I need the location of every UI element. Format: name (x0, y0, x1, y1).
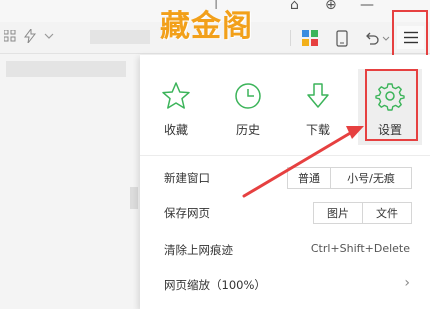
zoom-label: 网页缩放（100%） (164, 278, 266, 292)
extensions-button[interactable] (298, 26, 322, 50)
save-as-image-button[interactable]: 图片 (313, 202, 363, 224)
grid-apps-icon[interactable] (4, 30, 16, 42)
chevron-down-icon[interactable] (44, 32, 54, 40)
history-button[interactable]: 历史 (218, 69, 278, 141)
new-window-normal-button[interactable]: 普通 (287, 167, 331, 189)
history-label: 历史 (235, 123, 260, 137)
settings-label: 设置 (377, 123, 402, 137)
chevron-right-icon: › (404, 275, 410, 291)
phone-icon (336, 29, 348, 47)
watermark-logo: 藏金阁 (160, 9, 253, 44)
save-page-row: 保存网页 图片 文件 (140, 196, 430, 230)
settings-button[interactable]: 设置 (358, 69, 422, 145)
blurred-content (130, 187, 138, 209)
new-window-label: 新建窗口 (164, 171, 210, 185)
new-window-incognito-button[interactable]: 小号/无痕 (330, 167, 412, 189)
download-arrow-icon (307, 83, 329, 108)
window-control-icon[interactable]: ⊕ (325, 0, 337, 13)
favorites-label: 收藏 (163, 123, 188, 137)
new-window-row: 新建窗口 普通 小号/无痕 (140, 161, 430, 195)
downloads-label: 下载 (305, 123, 330, 137)
maximize-icon[interactable]: ⌂ (290, 0, 299, 13)
clear-traces-label: 清除上网痕迹 (164, 243, 233, 257)
lightning-icon[interactable] (24, 29, 36, 43)
minimize-icon[interactable]: — (360, 0, 374, 13)
quick-actions-row: 收藏 历史 下载 设置 (140, 55, 430, 151)
chevron-down-icon[interactable] (382, 36, 390, 42)
undo-icon (366, 32, 379, 45)
save-as-file-button[interactable]: 文件 (362, 202, 412, 224)
clock-icon (235, 83, 261, 109)
hamburger-menu-icon (403, 31, 418, 44)
star-icon (162, 82, 190, 109)
undo-button[interactable] (360, 26, 384, 50)
clear-traces-row[interactable]: 清除上网痕迹 Ctrl+Shift+Delete (140, 233, 430, 267)
save-page-label: 保存网页 (164, 206, 210, 220)
main-menu-dropdown: 收藏 历史 下载 设置 新建窗口 普通 小号/无痕 保存网页 图片 文件 清除上… (140, 55, 430, 309)
clear-traces-shortcut: Ctrl+Shift+Delete (310, 242, 410, 255)
menu-divider (140, 155, 430, 156)
downloads-button[interactable]: 下载 (288, 69, 348, 141)
main-menu-button[interactable] (397, 26, 424, 49)
mobile-button[interactable] (330, 26, 354, 50)
colorful-apps-icon (302, 30, 318, 46)
favorites-button[interactable]: 收藏 (146, 69, 206, 141)
gear-icon (375, 83, 405, 111)
blurred-content (6, 61, 126, 77)
zoom-row[interactable]: 网页缩放（100%） › (140, 268, 430, 302)
page-content (0, 55, 140, 309)
toolbar-separator (290, 30, 291, 46)
blurred-address-bar[interactable] (90, 30, 150, 44)
